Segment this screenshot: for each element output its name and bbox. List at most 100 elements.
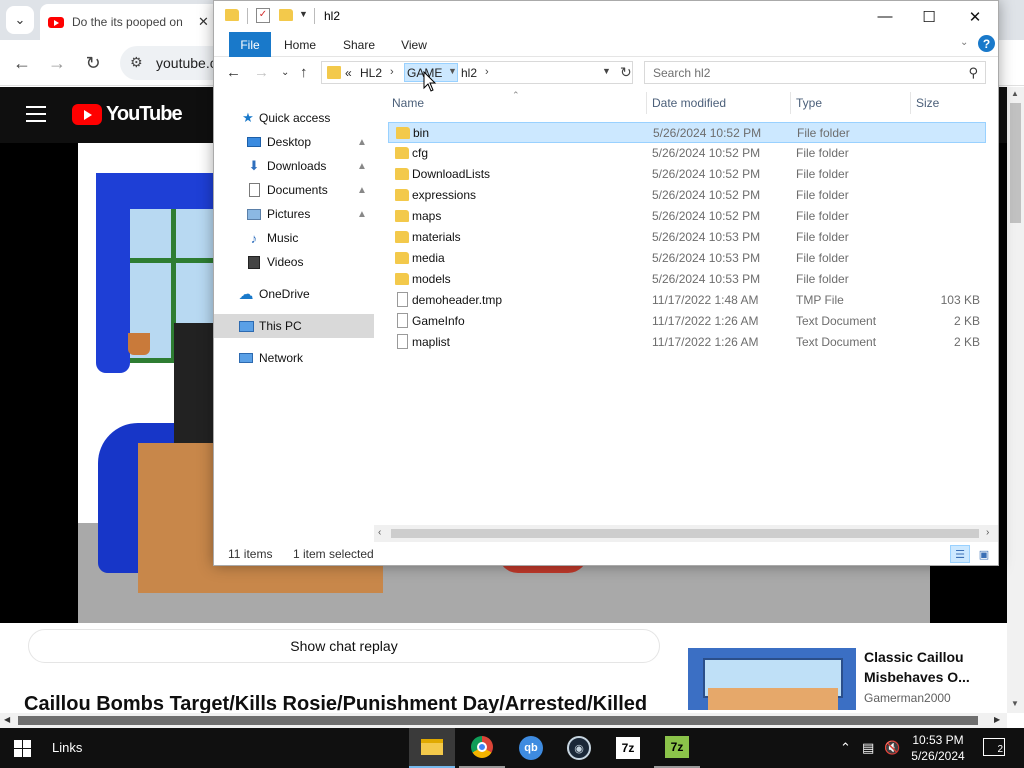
nav-item-onedrive[interactable]: ☁ OneDrive [214,282,374,306]
breadcrumb[interactable]: « HL2 › GAME ▼ hl2 › ▼ ↻ [321,61,633,84]
close-button[interactable]: ✕ [952,1,998,32]
breadcrumb-hl2-root[interactable]: HL2 [360,66,382,80]
column-header-date[interactable]: Date modified [652,90,790,116]
tab-file[interactable]: File [229,32,271,57]
page-vertical-scrollbar[interactable]: ▲ ▼ [1007,87,1024,713]
refresh-icon[interactable]: ↻ [620,64,632,81]
show-hidden-icons-icon[interactable]: ⌃ [840,740,851,756]
scrollbar-thumb[interactable] [1010,103,1021,223]
column-header-name[interactable]: Name [392,90,642,116]
recent-locations-icon[interactable]: ⌄ [281,67,289,78]
recommended-thumbnail[interactable] [688,648,856,710]
network-status-icon[interactable]: ▤ [862,740,874,756]
show-chat-replay-button[interactable]: Show chat replay [28,629,660,663]
nav-item-pictures[interactable]: Pictures ▲ [214,202,374,226]
details-view-icon[interactable]: ☰ [950,545,970,563]
address-history-icon[interactable]: ▼ [602,66,611,76]
pin-icon[interactable]: ▲ [357,185,367,196]
file-row[interactable]: demoheader.tmp 11/17/2022 1:48 AM TMP File… [388,290,986,311]
nav-item-quick-access[interactable]: ★ Quick access [214,106,374,130]
column-header-size[interactable]: Size [916,90,986,116]
nav-item-documents[interactable]: Documents ▲ [214,178,374,202]
taskbar-7zip-file-manager[interactable]: 7z [654,728,700,768]
taskbar-file-explorer[interactable] [409,728,455,768]
nav-item-music[interactable]: ♪ Music [214,226,374,250]
browser-tab[interactable]: Do the its pooped on ✕ [40,4,220,40]
nav-item-network[interactable]: Network [214,346,374,370]
file-date: 5/26/2024 10:52 PM [653,126,762,140]
scroll-right-icon[interactable]: ▶ [994,715,1000,724]
nav-item-downloads[interactable]: ⬇ Downloads ▲ [214,154,374,178]
taskbar-steam[interactable]: ◉ [556,728,602,768]
menu-icon[interactable] [26,106,46,122]
taskbar-qbittorrent[interactable]: qb [508,728,554,768]
help-icon[interactable]: ? [978,35,995,52]
column-header-type[interactable]: Type [796,90,906,116]
pin-icon[interactable]: ▲ [357,209,367,220]
scroll-right-icon[interactable]: › [986,527,989,538]
up-arrow-icon[interactable]: ↑ [300,64,308,81]
nav-item-this-pc[interactable]: This PC [214,314,374,338]
minimize-button[interactable]: — [862,1,908,32]
nav-item-desktop[interactable]: Desktop ▲ [214,130,374,154]
scroll-down-icon[interactable]: ▼ [1011,699,1019,708]
pin-icon[interactable]: ▲ [357,137,367,148]
scrollbar-thumb[interactable] [391,529,979,538]
clock-date: 5/26/2024 [911,749,965,763]
file-row[interactable]: cfg 5/26/2024 10:52 PM File folder [388,143,986,164]
close-icon[interactable]: ✕ [198,14,209,30]
file-row[interactable]: media 5/26/2024 10:53 PM File folder [388,248,986,269]
video-scene-monitor [174,323,214,443]
file-row[interactable]: bin 5/26/2024 10:52 PM File folder [388,122,986,143]
file-row[interactable]: maps 5/26/2024 10:52 PM File folder [388,206,986,227]
search-input[interactable]: Search hl2 ⚲ [644,61,986,84]
back-arrow-icon[interactable]: ← [226,64,241,81]
recommended-title[interactable]: Classic Caillou Misbehaves O... [864,647,994,687]
scroll-left-icon[interactable]: ◀ [4,715,10,724]
address-toolbar: ← → ⌄ ↑ « HL2 › GAME ▼ hl2 › ▼ ↻ Search … [214,58,998,88]
chevron-right-icon[interactable]: › [390,66,394,78]
tune-icon[interactable]: ⚙ [130,54,143,71]
recommended-channel[interactable]: Gamerman2000 [864,691,951,705]
back-button[interactable]: ← [9,50,35,76]
tab-home[interactable]: Home [280,32,320,57]
reload-button[interactable]: ↻ [80,50,106,76]
start-button[interactable] [14,740,31,757]
links-toolbar[interactable]: Links [52,740,82,755]
file-row[interactable]: DownloadLists 5/26/2024 10:52 PM File fold… [388,164,986,185]
maximize-button[interactable]: ☐ [906,1,952,32]
clock[interactable]: 10:53 PM 5/26/2024 [898,732,978,764]
scroll-up-icon[interactable]: ▲ [1011,89,1019,98]
forward-arrow-icon[interactable]: → [254,64,269,81]
taskbar-chrome[interactable] [459,728,505,768]
notification-center-icon[interactable]: 2 [983,738,1005,756]
scroll-left-icon[interactable]: ‹ [378,527,381,538]
file-list-horizontal-scrollbar[interactable]: ‹ › [374,525,998,542]
breadcrumb-overflow[interactable]: « [345,66,352,80]
forward-button[interactable]: → [44,50,70,76]
file-row[interactable]: materials 5/26/2024 10:53 PM File folder [388,227,986,248]
tab-search-button[interactable]: ⌄ [6,6,34,34]
youtube-logo[interactable]: YouTube [72,103,183,126]
large-icons-view-icon[interactable]: ▣ [974,545,994,563]
chevron-down-icon[interactable]: ▼ [448,66,457,76]
expand-ribbon-icon[interactable]: ⌄ [960,37,968,48]
chevron-right-icon[interactable]: › [485,66,489,78]
breadcrumb-hl2[interactable]: hl2 [461,66,477,80]
file-row[interactable]: GameInfo 11/17/2022 1:26 AM Text Document 2… [388,311,986,332]
tab-view[interactable]: View [398,32,430,57]
folder-icon [395,231,409,243]
scrollbar-thumb[interactable] [18,716,978,725]
pin-icon[interactable]: ▲ [357,161,367,172]
file-row[interactable]: models 5/26/2024 10:53 PM File folder [388,269,986,290]
tab-share[interactable]: Share [338,32,380,57]
nav-item-videos[interactable]: Videos [214,250,374,274]
customize-toolbar-icon[interactable]: ▼ [299,9,308,19]
taskbar-7zip[interactable]: 7z [605,728,651,768]
file-row[interactable]: maplist 11/17/2022 1:26 AM Text Document 2 … [388,332,986,353]
nav-label: Documents [267,183,328,197]
new-folder-icon[interactable] [279,9,293,21]
file-row[interactable]: expressions 5/26/2024 10:52 PM File folder [388,185,986,206]
properties-icon[interactable]: ✓ [256,8,270,23]
page-horizontal-scrollbar[interactable]: ◀ ▶ [0,713,1007,728]
